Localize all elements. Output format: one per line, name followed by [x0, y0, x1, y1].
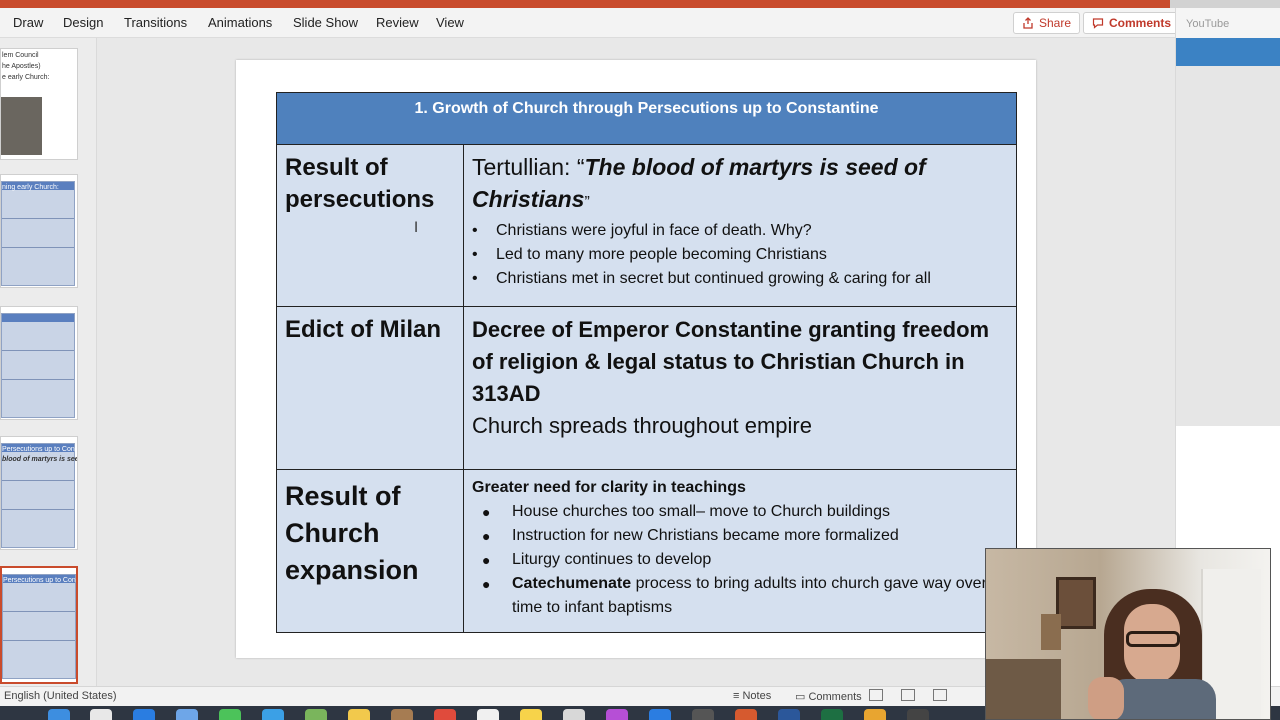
contacts-icon[interactable]: [391, 709, 413, 720]
row3-bullets: House churches too small– move to Church…: [464, 500, 1016, 620]
picture-frame: [1056, 577, 1096, 629]
row3-heading: Greater need for clarity in teachings: [472, 479, 746, 496]
row1-content-cell: Tertullian: “The blood of martyrs is see…: [464, 145, 1016, 307]
list-item: Christians were joyful in face of death.…: [472, 219, 1008, 243]
notes-app-icon[interactable]: [477, 709, 499, 720]
slide-thumbnail[interactable]: Persecutions up to Constantine blood of …: [0, 436, 78, 550]
list-item: House churches too small– move to Church…: [472, 500, 1008, 524]
list-item: Instruction for new Christians became mo…: [472, 524, 1008, 548]
slide-thumbnail-selected[interactable]: Persecutions up to Constantine: [0, 566, 78, 684]
slide-title: 1. Growth of Church through Persecutions…: [277, 93, 1016, 145]
slide-table: 1. Growth of Church through Persecutions…: [276, 92, 1017, 633]
list-item: Led to many more people becoming Christi…: [472, 243, 1008, 267]
window-top-strip: [0, 0, 1280, 8]
row1-label-cell: Result of persecutions: [277, 145, 464, 307]
language-indicator[interactable]: English (United States): [4, 690, 117, 702]
thumb-table: [1, 181, 75, 286]
comments-button[interactable]: Comments: [1083, 12, 1181, 34]
edict-decree-text: Decree of Emperor Constantine granting f…: [472, 317, 990, 406]
tertullian-quote: Tertullian: “The blood of martyrs is see…: [472, 154, 926, 212]
row2-content-cell: Decree of Emperor Constantine granting f…: [464, 307, 1016, 470]
comment-icon: [1092, 18, 1104, 29]
thumb-text: he Apostles): [2, 63, 41, 70]
browser-tab-label[interactable]: YouTube: [1186, 18, 1229, 30]
share-label: Share: [1039, 16, 1072, 30]
text-cursor-icon: I: [414, 220, 419, 236]
thumb-text: ning early Church:: [2, 184, 59, 191]
status-comments-button[interactable]: ▭ Comments: [795, 690, 862, 703]
app-icon[interactable]: [907, 709, 929, 720]
thumb-text: lem Council: [2, 52, 39, 59]
tab-draw[interactable]: Draw: [13, 15, 43, 30]
thumb-text: Persecutions up to Constantine: [3, 577, 76, 584]
slide-thumbnails-panel[interactable]: lem Council he Apostles) e early Church:…: [0, 38, 97, 686]
list-item: Christians met in secret but continued g…: [472, 267, 1008, 291]
app-store-icon[interactable]: [649, 709, 671, 720]
list-item: Catechumenate process to bring adults in…: [472, 572, 1008, 620]
notes-button[interactable]: ≡ Notes: [733, 690, 771, 702]
excel-icon[interactable]: [821, 709, 843, 720]
calendar-icon[interactable]: [434, 709, 456, 720]
thumb-table: [1, 313, 75, 418]
safari-icon[interactable]: [133, 709, 155, 720]
podcasts-icon[interactable]: [606, 709, 628, 720]
thumb-text: blood of martyrs is seed of: [2, 456, 77, 463]
mail-icon[interactable]: [176, 709, 198, 720]
sorter-view-icon[interactable]: [901, 689, 915, 701]
reminders-icon[interactable]: [563, 709, 585, 720]
row2-label: Edict of Milan: [285, 316, 441, 343]
row1-bullets: Christians were joyful in face of death.…: [464, 219, 1016, 291]
edict-spread-text: Church spreads throughout empire: [472, 413, 812, 438]
ribbon: Draw Design Transitions Animations Slide…: [0, 8, 1181, 38]
thumb-table: [2, 574, 76, 679]
photos-icon[interactable]: [348, 709, 370, 720]
reading-view-icon[interactable]: [933, 689, 947, 701]
browser-header-bar: [1176, 38, 1280, 66]
thumb-image: [1, 97, 42, 155]
powerpoint-icon[interactable]: [735, 709, 757, 720]
row3-label-cell: Result of Church expansion: [277, 470, 464, 632]
row1-label: Result of persecutions: [285, 154, 435, 213]
stickies-icon[interactable]: [520, 709, 542, 720]
comments-label: Comments: [1109, 16, 1172, 30]
row2-label-cell: Edict of Milan: [277, 307, 464, 470]
settings-icon[interactable]: [692, 709, 714, 720]
tab-transitions[interactable]: Transitions: [124, 15, 187, 30]
row3-content-cell: Greater need for clarity in teachings Ho…: [464, 470, 1016, 632]
slide-thumbnail[interactable]: lem Council he Apostles) e early Church:: [0, 48, 78, 160]
finder-icon[interactable]: [48, 709, 70, 720]
browser-side-panel: [1176, 66, 1280, 426]
share-icon: [1023, 17, 1033, 29]
row3-label: Result of Church expansion: [285, 481, 419, 585]
bookshelf: [986, 659, 1061, 719]
tab-animations[interactable]: Animations: [208, 15, 272, 30]
share-button[interactable]: Share: [1013, 12, 1081, 34]
list-item: Liturgy continues to develop: [472, 548, 1008, 572]
tab-view[interactable]: View: [436, 15, 464, 30]
webcam-overlay: [985, 548, 1271, 720]
word-icon[interactable]: [778, 709, 800, 720]
messages-icon[interactable]: [219, 709, 241, 720]
app-icon[interactable]: [864, 709, 886, 720]
slide-thumbnail[interactable]: [0, 306, 78, 420]
maps-icon[interactable]: [305, 709, 327, 720]
thumb-text: e early Church:: [2, 74, 50, 81]
window-controls: [1170, 0, 1280, 8]
launchpad-icon[interactable]: [90, 709, 112, 720]
normal-view-icon[interactable]: [869, 689, 883, 701]
tab-slide-show[interactable]: Slide Show: [293, 15, 358, 30]
slide-thumbnail[interactable]: ning early Church:: [0, 174, 78, 288]
facetime-icon[interactable]: [262, 709, 284, 720]
tab-design[interactable]: Design: [63, 15, 103, 30]
tab-review[interactable]: Review: [376, 15, 419, 30]
